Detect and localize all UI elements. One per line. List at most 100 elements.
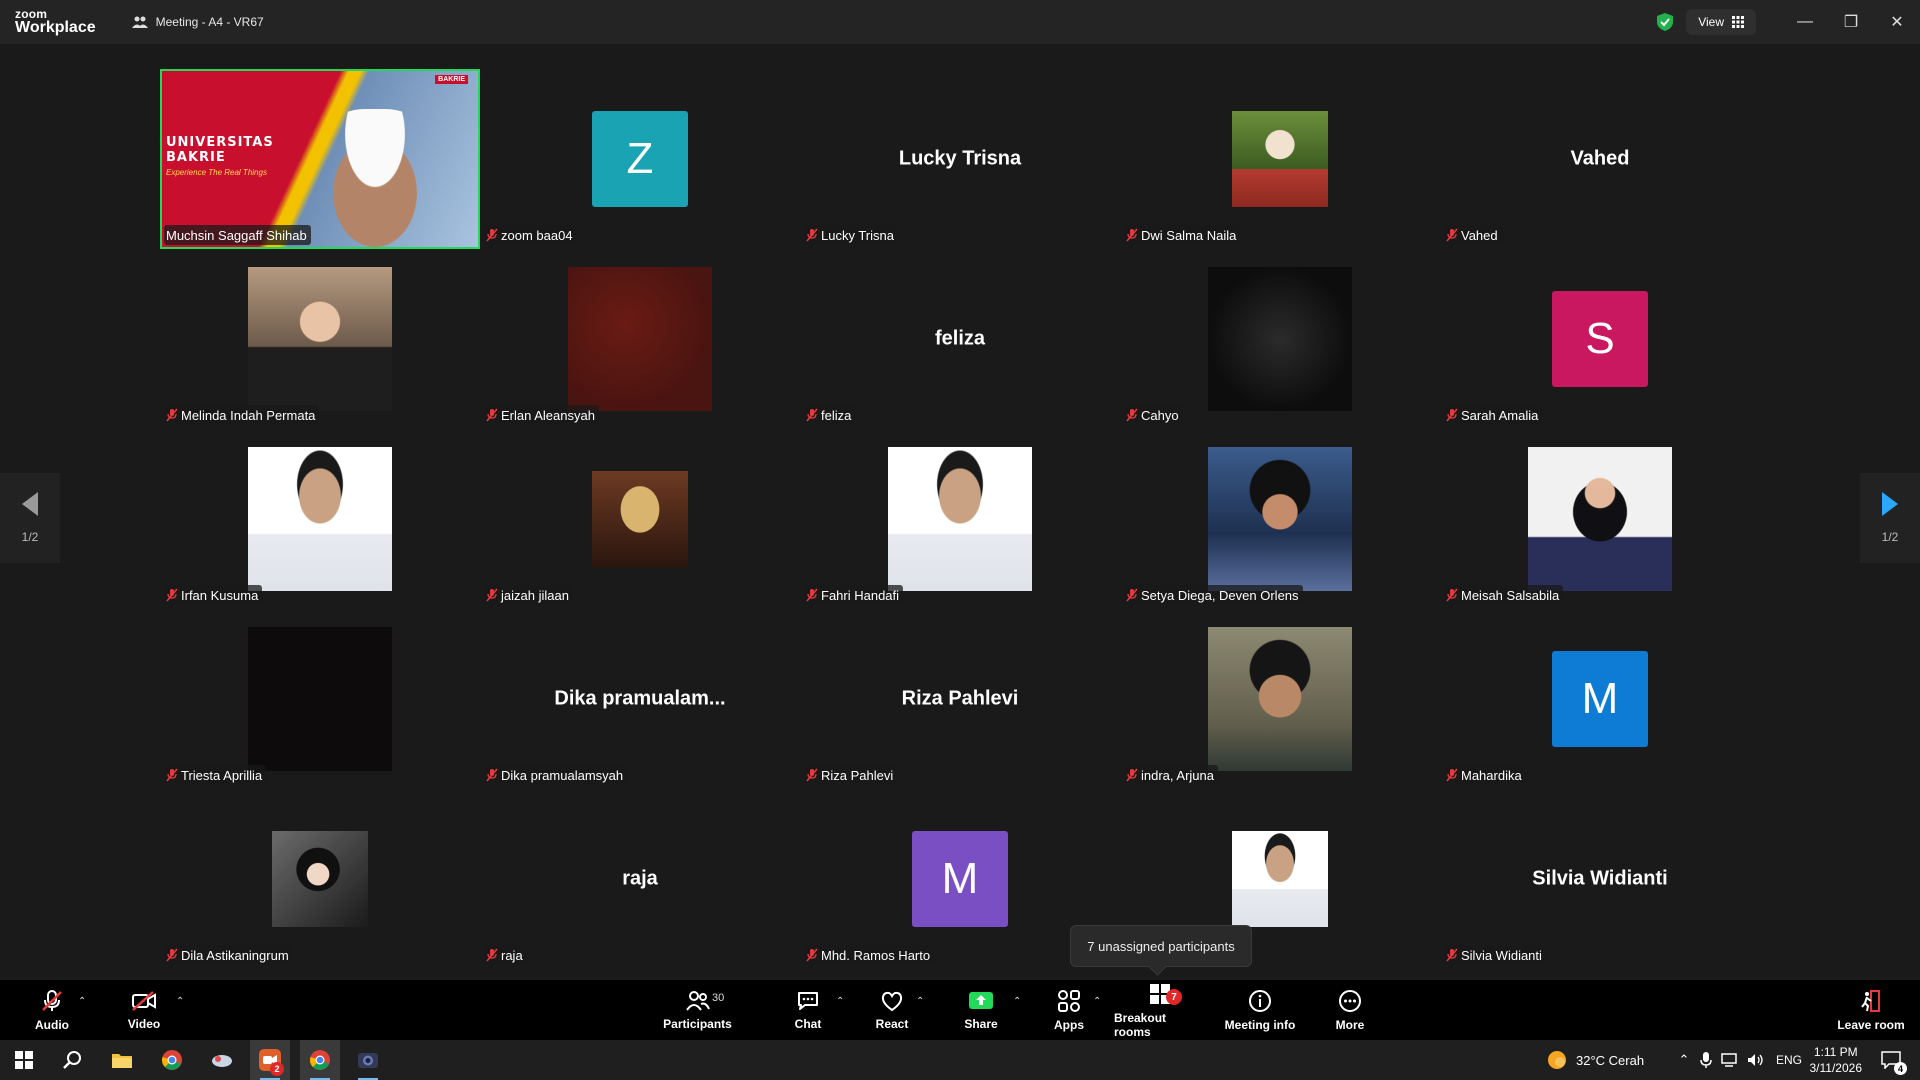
language-indicator[interactable]: ENG bbox=[1772, 1040, 1806, 1080]
speaker-icon bbox=[1748, 1054, 1763, 1066]
share-label: Share bbox=[964, 1016, 998, 1031]
participant-name-tag: Vahed bbox=[1444, 225, 1502, 245]
participant-tile[interactable]: Zzoom baa04 bbox=[480, 69, 800, 249]
participant-tile[interactable]: Dwi Salma Naila bbox=[1120, 69, 1440, 249]
share-options-caret[interactable]: ⌃ bbox=[1013, 996, 1021, 1007]
view-button[interactable]: View bbox=[1686, 9, 1756, 35]
participant-tile[interactable]: UNIVERSITAS BAKRIE Experience The Real Thi… bbox=[160, 69, 480, 249]
camera-app-icon bbox=[358, 1053, 378, 1068]
banner-line1: UNIVERSITAS bbox=[166, 135, 274, 150]
participant-video bbox=[248, 267, 392, 411]
encryption-shield-icon[interactable] bbox=[1656, 12, 1674, 32]
participant-tile[interactable]: Setya Diega, Deven Orlens bbox=[1120, 429, 1440, 609]
windows-taskbar: 2 32°C Cerah ⌃ ENG 1:11 PM 3/11/2026 4 bbox=[0, 1040, 1920, 1080]
chevron-up-icon: ⌃ bbox=[1678, 1052, 1690, 1067]
participant-tile[interactable]: jaizah jilaan bbox=[480, 429, 800, 609]
taskbar-app-cloud[interactable] bbox=[202, 1040, 242, 1080]
weather-widget[interactable]: 32°C Cerah bbox=[1546, 1040, 1644, 1080]
participant-name: Sarah Amalia bbox=[1461, 407, 1539, 423]
participant-name: Dila Astikaningrum bbox=[181, 947, 289, 963]
video-options-caret[interactable]: ⌃ bbox=[176, 996, 184, 1007]
mic-muted-icon bbox=[806, 588, 818, 602]
leave-room-button[interactable]: Leave room bbox=[1836, 980, 1906, 1040]
mic-muted-icon bbox=[1446, 228, 1458, 242]
participant-tile[interactable]: Dika pramualam... Dika pramualamsyah bbox=[480, 609, 800, 789]
share-button[interactable]: Share bbox=[957, 980, 1005, 1040]
participant-name-tag: Triesta Aprillia bbox=[164, 765, 267, 785]
participant-face bbox=[310, 109, 440, 249]
participant-tile[interactable]: Meisah Salsabila bbox=[1440, 429, 1760, 609]
participant-tile[interactable]: Silvia Widianti Silvia Widianti bbox=[1440, 789, 1760, 969]
taskbar-file-explorer[interactable] bbox=[102, 1040, 142, 1080]
react-button[interactable]: React bbox=[868, 980, 916, 1040]
taskbar-chrome[interactable] bbox=[152, 1040, 192, 1080]
participant-tile[interactable]: Cahyo bbox=[1120, 249, 1440, 429]
participant-tile[interactable]: Melinda Indah Permata bbox=[160, 249, 480, 429]
participant-name: Muchsin Saggaff Shihab bbox=[166, 227, 307, 243]
participant-tile[interactable]: Lucky Trisna Lucky Trisna bbox=[800, 69, 1120, 249]
taskbar-clock[interactable]: 1:11 PM 3/11/2026 bbox=[1810, 1044, 1863, 1076]
meeting-info-button[interactable]: Meeting info bbox=[1222, 980, 1298, 1040]
taskbar-zoom[interactable] bbox=[250, 1040, 290, 1080]
next-page-button[interactable]: 1/2 bbox=[1860, 473, 1920, 563]
participant-tile[interactable]: raja raja bbox=[480, 789, 800, 969]
start-button[interactable] bbox=[4, 1040, 44, 1080]
participant-name: Fahri Handafi bbox=[821, 587, 900, 603]
apps-options-caret[interactable]: ⌃ bbox=[1093, 996, 1101, 1007]
participant-tile[interactable]: Triesta Aprillia bbox=[160, 609, 480, 789]
video-button[interactable]: Video bbox=[120, 980, 168, 1040]
participant-count: 30 bbox=[712, 992, 725, 1004]
taskbar-camera-app[interactable] bbox=[348, 1040, 388, 1080]
tray-overflow-button[interactable]: ⌃ bbox=[1674, 1040, 1694, 1080]
restore-button[interactable]: ❐ bbox=[1828, 0, 1874, 44]
participants-button[interactable]: Participants bbox=[660, 980, 735, 1040]
participant-display-name: Dika pramualam... bbox=[554, 687, 726, 710]
taskbar-chrome-active[interactable] bbox=[300, 1040, 340, 1080]
page-indicator-left: 1/2 bbox=[21, 530, 39, 544]
participant-name-tag: Silvia Widianti bbox=[1444, 945, 1546, 965]
tray-network[interactable] bbox=[1718, 1040, 1742, 1080]
audio-button[interactable]: Audio bbox=[28, 980, 76, 1040]
participant-tile[interactable]: Fahri Handafi bbox=[800, 429, 1120, 609]
close-window-button[interactable]: ✕ bbox=[1874, 0, 1920, 44]
participant-video bbox=[1208, 267, 1352, 411]
participant-tile[interactable]: S Sarah Amalia bbox=[1440, 249, 1760, 429]
audio-options-caret[interactable]: ⌃ bbox=[78, 996, 86, 1007]
chrome-icon bbox=[162, 1050, 182, 1070]
participant-name: Riza Pahlevi bbox=[821, 767, 894, 783]
participant-tile[interactable]: Erlan Aleansyah bbox=[480, 249, 800, 429]
participant-video bbox=[568, 267, 712, 411]
participant-tile[interactable]: Irfan Kusuma bbox=[160, 429, 480, 609]
participant-video bbox=[592, 471, 688, 567]
participant-name-tag: Fahri Handafi bbox=[804, 585, 904, 605]
breakout-rooms-button[interactable]: Breakout rooms bbox=[1114, 980, 1206, 1040]
minimize-icon: — bbox=[1797, 13, 1813, 30]
react-options-caret[interactable]: ⌃ bbox=[916, 996, 924, 1007]
participant-tile[interactable]: M Mahardika bbox=[1440, 609, 1760, 789]
mic-muted-icon bbox=[806, 768, 818, 782]
zoom-logo: zoom Workplace bbox=[15, 8, 96, 36]
participant-tile[interactable]: Dila Astikaningrum bbox=[160, 789, 480, 969]
participant-video bbox=[888, 447, 1032, 591]
participant-tile[interactable]: indra, Arjuna bbox=[1120, 609, 1440, 789]
meeting-title-text: Meeting - A4 - VR67 bbox=[155, 15, 264, 29]
tray-mic[interactable] bbox=[1696, 1040, 1716, 1080]
participant-name-tag: Cahyo bbox=[1124, 405, 1183, 425]
chat-button[interactable]: Chat bbox=[784, 980, 832, 1040]
minimize-button[interactable]: — bbox=[1782, 0, 1828, 44]
search-button[interactable] bbox=[52, 1040, 92, 1080]
participant-tile[interactable]: Vahed Vahed bbox=[1440, 69, 1760, 249]
chat-options-caret[interactable]: ⌃ bbox=[836, 996, 844, 1007]
participant-tile[interactable]: Riza Pahlevi Riza Pahlevi bbox=[800, 609, 1120, 789]
meeting-title[interactable]: Meeting - A4 - VR67 bbox=[131, 15, 264, 29]
participant-name: Irfan Kusuma bbox=[181, 587, 259, 603]
apps-button[interactable]: Apps bbox=[1045, 980, 1093, 1040]
participant-name: Triesta Aprillia bbox=[181, 767, 263, 783]
prev-page-button[interactable]: 1/2 bbox=[0, 473, 60, 563]
participant-tile[interactable]: feliza feliza bbox=[800, 249, 1120, 429]
cloud-app-icon bbox=[212, 1055, 232, 1067]
tray-volume[interactable] bbox=[1744, 1040, 1768, 1080]
participant-name-tag: jaizah jilaan bbox=[484, 585, 573, 605]
participant-name: Vahed bbox=[1461, 227, 1498, 243]
more-button[interactable]: More bbox=[1326, 980, 1374, 1040]
